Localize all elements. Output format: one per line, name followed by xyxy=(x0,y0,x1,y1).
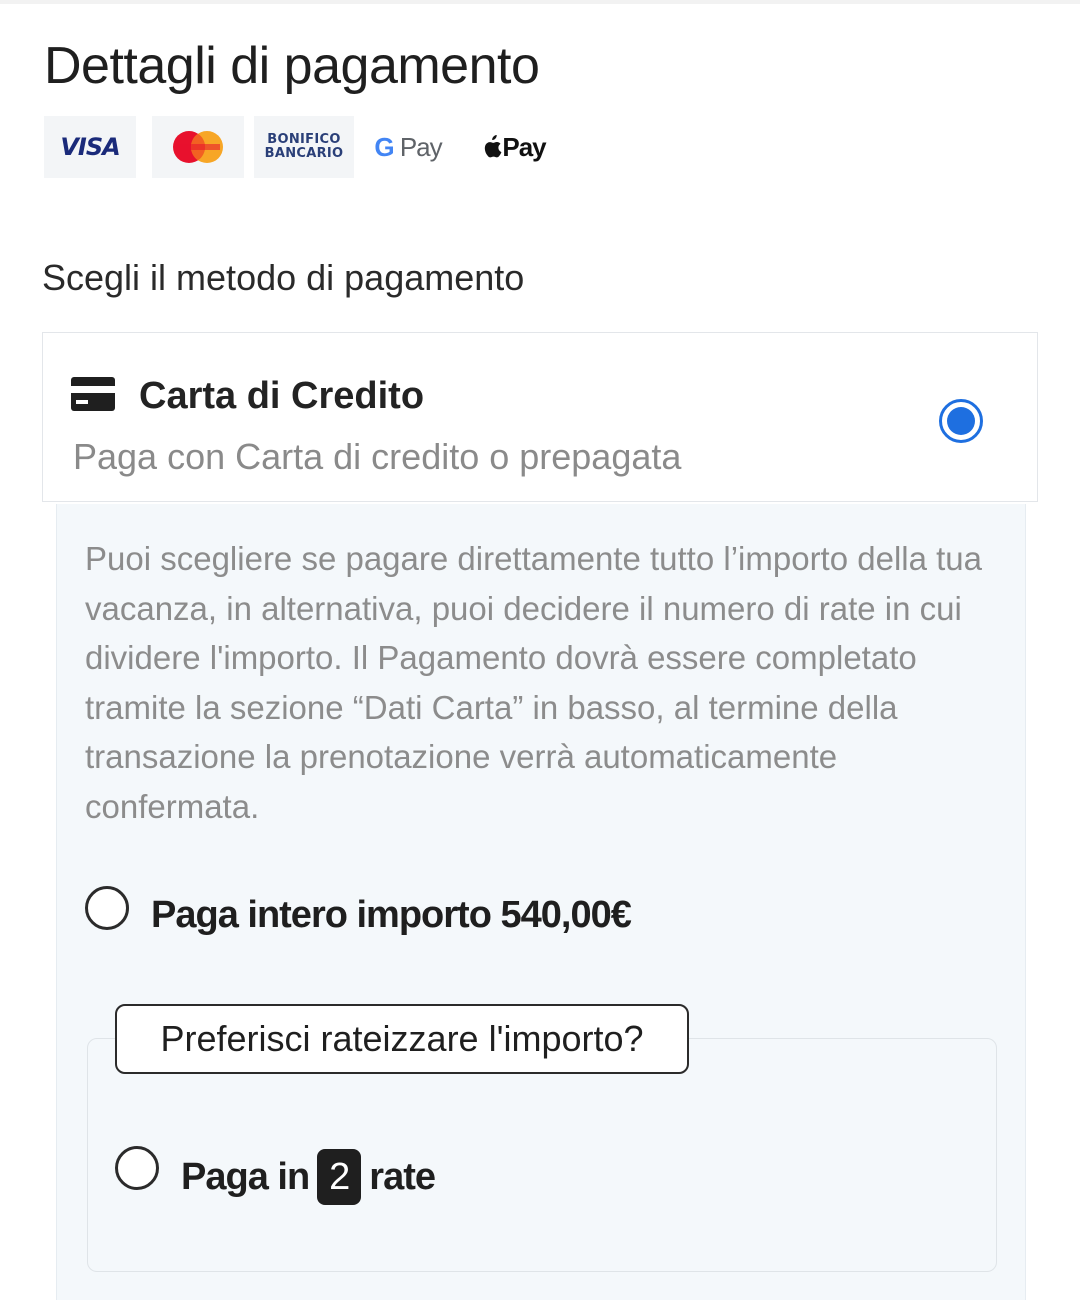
bonifico-bancario-logo: BONIFICO BANCARIO xyxy=(254,116,354,178)
apple-pay-logo: Pay xyxy=(478,116,550,178)
full-payment-radio[interactable] xyxy=(85,886,129,930)
credit-card-icon xyxy=(71,377,115,411)
method-title: Carta di Credito xyxy=(139,375,425,417)
google-pay-logo: G Pay xyxy=(372,116,444,178)
bonifico-line2: BANCARIO xyxy=(264,146,344,161)
method-subtitle: Paga con Carta di credito o prepagata xyxy=(73,436,682,477)
installment-radio[interactable] xyxy=(115,1146,159,1190)
installment-label[interactable]: Paga in 2 rate xyxy=(181,1148,436,1206)
google-g-icon: G xyxy=(374,131,394,162)
payment-description: Puoi scegliere se pagare direttamente tu… xyxy=(85,540,983,825)
credit-card-method-option[interactable]: Carta di Credito Paga con Carta di credi… xyxy=(42,332,1038,502)
bonifico-line1: BONIFICO xyxy=(267,132,341,147)
radio-selected-dot xyxy=(947,407,975,435)
top-divider xyxy=(0,0,1080,4)
visa-logo: VISA xyxy=(44,116,136,178)
installment-prefix: Paga in xyxy=(181,1155,310,1198)
installment-count-badge: 2 xyxy=(317,1149,362,1205)
installment-legend: Preferisci rateizzare l'importo? xyxy=(115,1004,689,1074)
method-radio-selected[interactable] xyxy=(939,399,983,443)
visa-logo-text: VISA xyxy=(60,133,120,161)
mastercard-logo xyxy=(152,116,244,178)
payment-method-heading: Scegli il metodo di pagamento xyxy=(42,257,525,298)
mastercard-circles-icon xyxy=(173,131,223,163)
page-title: Dettagli di pagamento xyxy=(44,37,540,95)
payment-details-panel: Puoi scegliere se pagare direttamente tu… xyxy=(56,504,1026,1300)
full-payment-label[interactable]: Paga intero importo 540,00€ xyxy=(151,892,632,938)
apple-icon xyxy=(485,135,502,158)
installment-suffix: rate xyxy=(369,1155,436,1198)
google-pay-text: Pay xyxy=(399,131,443,162)
apple-pay-text: Pay xyxy=(502,131,546,162)
